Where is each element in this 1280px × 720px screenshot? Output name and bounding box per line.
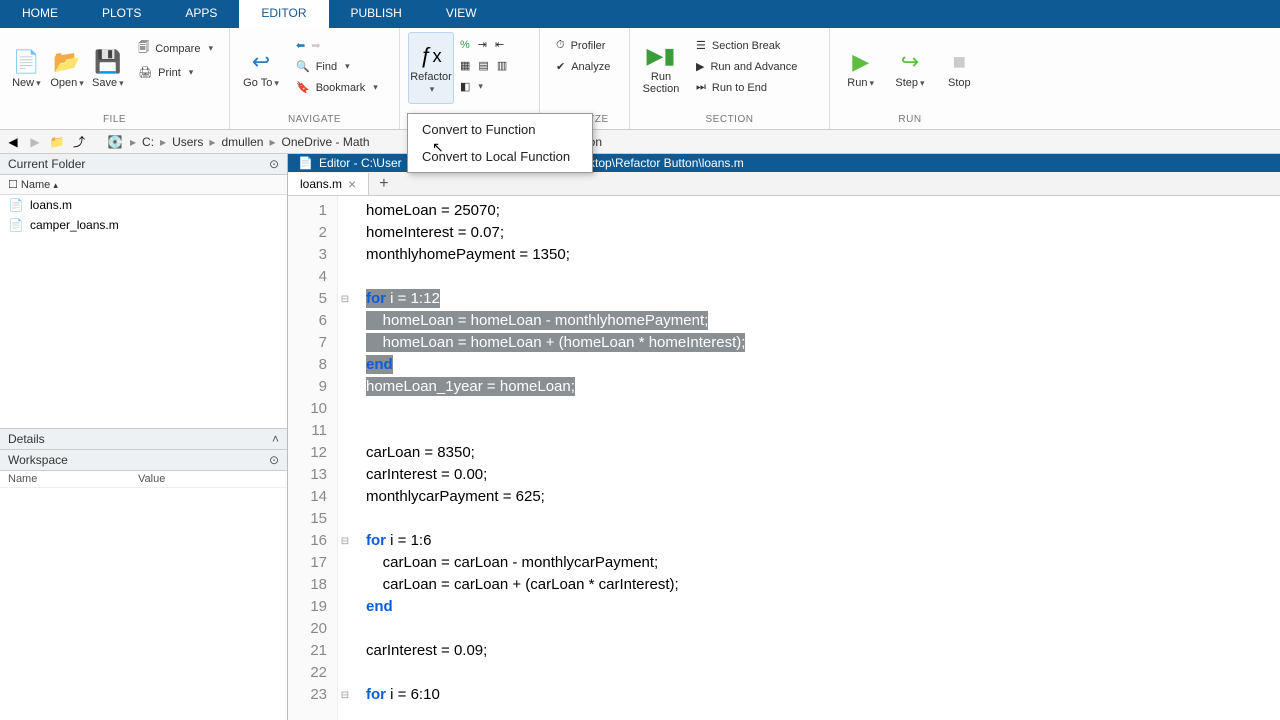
collapse-icon[interactable]: ⊙ xyxy=(269,157,279,171)
code-tool-icon[interactable]: ▦ xyxy=(458,57,472,74)
save-icon: 💾 xyxy=(94,47,121,77)
breadcrumb[interactable]: Users xyxy=(172,135,203,149)
breadcrumb[interactable]: dmullen xyxy=(221,135,263,149)
code-tool3-icon[interactable]: ▥ xyxy=(495,57,509,74)
indent-icon[interactable]: ⇥ xyxy=(476,36,489,53)
editor-tabs: loans.m× + xyxy=(288,172,1280,196)
section-break-icon: ☰ xyxy=(696,39,706,52)
matlab-file-icon: 📄 xyxy=(8,197,24,213)
goto-icon: ↩ xyxy=(252,47,270,77)
run-section-button[interactable]: ▶▮Run Section xyxy=(638,32,684,104)
main-tabstrip: HOME PLOTS APPS EDITOR PUBLISH VIEW xyxy=(0,0,1280,28)
compare-button[interactable]: 🗐Compare▾ xyxy=(130,36,221,61)
workspace-columns: Name Value xyxy=(0,471,287,488)
details-header[interactable]: Details˄ xyxy=(0,429,287,450)
run-section-icon: ▶▮ xyxy=(646,41,675,71)
run-group-label: RUN xyxy=(830,112,990,129)
goto-button[interactable]: ↩Go To▾ xyxy=(238,32,284,104)
file-item[interactable]: 📄loans.m xyxy=(0,195,287,215)
run-to-end-icon: ⏭ xyxy=(696,81,706,94)
add-tab-button[interactable]: + xyxy=(369,173,398,195)
workspace-header[interactable]: Workspace⊙ xyxy=(0,450,287,471)
run-button[interactable]: ▶Run▾ xyxy=(838,32,883,104)
breadcrumb[interactable]: C: xyxy=(142,135,154,149)
compare-icon: 🗐 xyxy=(138,39,149,58)
run-advance-icon: ▶ xyxy=(696,60,704,73)
refactor-icon: ƒx xyxy=(420,41,441,71)
arrow-left-icon: ⬅ xyxy=(296,39,305,52)
expand-icon[interactable]: ˄ xyxy=(272,432,279,446)
open-folder-icon: 📂 xyxy=(53,47,80,77)
refactor-button[interactable]: ƒxRefactor▾ xyxy=(408,32,454,104)
name-column-header[interactable]: ☐ Name ▴ xyxy=(0,175,287,195)
new-file-icon: 📄 xyxy=(13,47,40,77)
tab-plots[interactable]: PLOTS xyxy=(80,0,163,28)
collapse-icon[interactable]: ⊙ xyxy=(269,453,279,467)
ws-value-col[interactable]: Value xyxy=(138,473,165,485)
outdent-icon[interactable]: ⇤ xyxy=(493,36,506,53)
current-folder-header[interactable]: Current Folder⊙ xyxy=(0,154,287,175)
profiler-button[interactable]: ⏱Profiler xyxy=(548,36,618,55)
tab-home[interactable]: HOME xyxy=(0,0,80,28)
run-to-end-button[interactable]: ⏭Run to End xyxy=(688,78,805,97)
new-button[interactable]: 📄New▾ xyxy=(8,32,45,104)
percent-icon[interactable]: % xyxy=(458,36,472,53)
back-icon[interactable]: ◀ xyxy=(4,133,22,151)
find-button[interactable]: 🔍Find▾ xyxy=(288,57,386,76)
workspace-body xyxy=(0,488,287,720)
print-button[interactable]: 🖨Print▾ xyxy=(130,63,221,82)
print-icon: 🖨 xyxy=(138,66,152,79)
save-button[interactable]: 💾Save▾ xyxy=(89,32,126,104)
ribbon: 📄New▾ 📂Open▾ 💾Save▾ 🗐Compare▾ 🖨Print▾ FI… xyxy=(0,28,1280,130)
section-break-button[interactable]: ☰Section Break xyxy=(688,36,805,55)
convert-to-function[interactable]: Convert to Function xyxy=(408,116,592,143)
analyze-icon: ✔ xyxy=(556,60,565,73)
bookmark-button[interactable]: 🔖Bookmark▾ xyxy=(288,78,386,97)
step-button[interactable]: ↪Step▾ xyxy=(887,32,932,104)
tab-publish[interactable]: PUBLISH xyxy=(329,0,424,28)
doc-icon: 📄 xyxy=(298,156,313,170)
arrow-right-icon: ➡ xyxy=(311,39,320,52)
code-body[interactable]: homeLoan = 25070;homeInterest = 0.07;mon… xyxy=(352,196,745,720)
tab-view[interactable]: VIEW xyxy=(424,0,499,28)
drive-icon: 💽 xyxy=(106,133,124,151)
run-advance-button[interactable]: ▶Run and Advance xyxy=(688,57,805,76)
ws-name-col[interactable]: Name xyxy=(8,473,138,485)
fold-column: ⊟⊟⊟ xyxy=(338,196,352,720)
code-tool4-icon[interactable]: ◧▾ xyxy=(458,78,485,95)
code-tool2-icon[interactable]: ▤ xyxy=(476,57,490,74)
folder-icon[interactable]: 📁 xyxy=(48,133,66,151)
stop-button[interactable]: ■Stop xyxy=(937,32,982,104)
play-icon: ▶ xyxy=(852,47,869,77)
analyze-button[interactable]: ✔Analyze xyxy=(548,57,618,76)
breadcrumb[interactable]: OneDrive - Math xyxy=(282,135,370,149)
nav-back-button[interactable]: ⬅➡ xyxy=(288,36,386,55)
matlab-file-icon: 📄 xyxy=(8,217,24,233)
editor-area: 📄 Editor - C:\User orks\Desktop\Refactor… xyxy=(288,154,1280,720)
code-editor[interactable]: 1234567891011121314151617181920212223 ⊟⊟… xyxy=(288,196,1280,720)
file-list: 📄loans.m📄camper_loans.m xyxy=(0,195,287,428)
left-panel: Current Folder⊙ ☐ Name ▴ 📄loans.m📄camper… xyxy=(0,154,288,720)
bookmark-icon: 🔖 xyxy=(296,81,310,94)
address-bar: ◀ ▶ 📁 ⤴ 💽 ▸ C:▸ Users▸ dmullen▸ OneDrive… xyxy=(0,130,1280,154)
refactor-dropdown: Convert to Function Convert to Local Fun… xyxy=(407,113,593,173)
step-icon: ↪ xyxy=(901,47,919,77)
editor-tab[interactable]: loans.m× xyxy=(288,173,369,195)
open-button[interactable]: 📂Open▾ xyxy=(49,32,86,104)
navigate-group-label: NAVIGATE xyxy=(230,112,399,129)
close-icon[interactable]: × xyxy=(348,176,356,192)
search-icon: 🔍 xyxy=(296,60,310,73)
stop-icon: ■ xyxy=(953,47,966,77)
file-group-label: FILE xyxy=(0,112,229,129)
up-icon[interactable]: ⤴ xyxy=(70,133,88,151)
section-group-label: SECTION xyxy=(630,112,829,129)
tab-apps[interactable]: APPS xyxy=(163,0,239,28)
file-item[interactable]: 📄camper_loans.m xyxy=(0,215,287,235)
convert-to-local-function[interactable]: Convert to Local Function xyxy=(408,143,592,170)
tab-editor[interactable]: EDITOR xyxy=(239,0,328,28)
profiler-icon: ⏱ xyxy=(556,39,565,52)
line-gutter: 1234567891011121314151617181920212223 xyxy=(288,196,338,720)
forward-icon[interactable]: ▶ xyxy=(26,133,44,151)
